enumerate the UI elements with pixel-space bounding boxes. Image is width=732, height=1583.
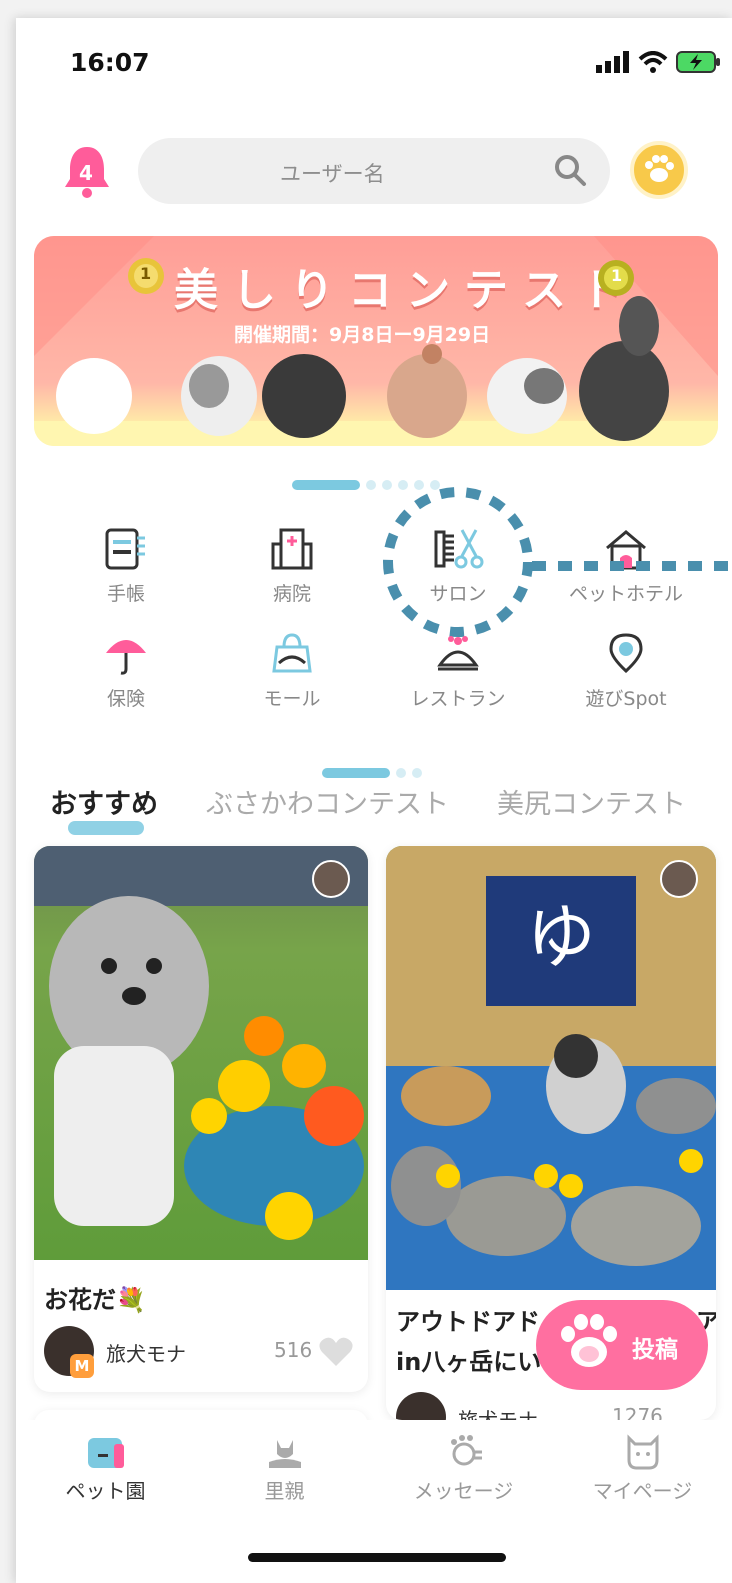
menu-hospital[interactable]: 病院: [222, 523, 362, 606]
menu-play-spot[interactable]: 遊びSpot: [556, 628, 696, 711]
paw-icon: [645, 155, 674, 182]
like-count: 516: [274, 1338, 313, 1362]
notification-count: 4: [79, 161, 93, 185]
location-icon: [609, 633, 643, 674]
tab-underline: [68, 821, 144, 835]
page-dot: [366, 480, 376, 490]
heart-icon[interactable]: [318, 1336, 354, 1368]
hospital-icon: [271, 528, 313, 570]
author-name[interactable]: 旅犬モナ: [458, 1404, 538, 1420]
signal-icon: [596, 51, 629, 73]
search-icon[interactable]: [552, 152, 588, 188]
menu-mall[interactable]: モール: [222, 628, 362, 711]
tab-busakawa-contest[interactable]: ぶさかわコンテスト: [206, 782, 449, 821]
message-icon: [450, 1435, 482, 1466]
like-count: 1276: [612, 1404, 663, 1420]
menu-label: 病院: [272, 583, 311, 605]
bottom-nav: ペット園 里親 メッセージ マイページ: [16, 1420, 732, 1540]
category-tabs: おすすめ ぶさかわコンテスト 美尻コンテスト: [50, 782, 686, 835]
medal-left-number: 1: [140, 264, 152, 283]
page-dot: [412, 768, 422, 778]
notification-bell-button[interactable]: 4: [62, 143, 112, 199]
nav-pet-park[interactable]: ペット園: [16, 1420, 195, 1540]
nav-messages[interactable]: メッセージ: [374, 1420, 553, 1540]
tab-recommended[interactable]: おすすめ: [50, 782, 158, 835]
author-badge: M: [70, 1354, 94, 1378]
status-time: 16:07: [70, 48, 150, 77]
page-dot-active: [322, 768, 390, 778]
post-button-label: 投稿: [632, 1337, 678, 1363]
author-avatar-small: [312, 860, 350, 898]
paw-button[interactable]: [630, 141, 688, 199]
menu-restaurant[interactable]: レストラン: [388, 628, 528, 711]
medal-right-number: 1: [611, 266, 623, 285]
menu-label: レストラン: [410, 688, 506, 710]
page-dot: [396, 768, 406, 778]
home-indicator: [248, 1553, 506, 1562]
cat-face-icon: [627, 1434, 658, 1470]
banner-title: 美しりコンテスト: [174, 265, 638, 316]
post-card[interactable]: お花だ💐 M 旅犬モナ 516: [34, 846, 368, 1392]
dog-outdoor-image: ゆ: [386, 846, 716, 1290]
menu-label: 手帳: [106, 583, 145, 605]
restaurant-icon: [437, 636, 479, 671]
author-avatar: [396, 1392, 446, 1420]
menu-label: モール: [263, 688, 321, 710]
menu-notebook[interactable]: 手帳: [56, 523, 196, 606]
nav-label: ペット園: [65, 1479, 146, 1503]
post-button[interactable]: 投稿: [536, 1300, 708, 1390]
umbrella-icon: [106, 640, 146, 675]
nav-label: マイページ: [592, 1479, 693, 1503]
shopping-bag-icon: [272, 633, 312, 673]
nav-my-page[interactable]: マイページ: [553, 1420, 732, 1540]
foster-icon: [268, 1440, 301, 1468]
contest-banner[interactable]: 1 美しりコンテスト 1 開催期間：9月8日ー9月29日: [34, 236, 718, 446]
menu-pagination: [322, 768, 422, 778]
dog-with-flowers-image: [34, 846, 368, 1240]
post-title: お花だ💐: [44, 1286, 146, 1314]
author-name[interactable]: 旅犬モナ: [106, 1338, 186, 1367]
status-icons: [596, 50, 722, 74]
page-dot-active: [292, 480, 360, 490]
tab-bishiri-contest[interactable]: 美尻コンテスト: [497, 782, 686, 821]
battery-icon: [676, 51, 720, 73]
phone-screen: 16:07 4 ユーザー名 1 美しりコンテスト 1 開催期間：9月8日ー9月2…: [16, 18, 732, 1583]
highlight-annotation: [383, 487, 732, 637]
search-input[interactable]: ユーザー名: [138, 138, 610, 204]
post-image: ゆ: [386, 846, 716, 1290]
menu-label: 保険: [106, 688, 145, 710]
nav-label: メッセージ: [413, 1479, 514, 1503]
wifi-icon: [638, 51, 668, 73]
notebook-icon: [105, 528, 145, 570]
svg-text:ゆ: ゆ: [526, 896, 596, 978]
nav-foster[interactable]: 里親: [195, 1420, 374, 1540]
post-image: [34, 846, 368, 1260]
nav-label: 里親: [264, 1479, 305, 1503]
post-title-line2: in八ヶ岳にい: [396, 1348, 542, 1376]
menu-label: 遊びSpot: [585, 688, 667, 710]
paw-icon: [561, 1314, 617, 1367]
search-placeholder: ユーザー名: [280, 162, 385, 186]
banner-period: 開催期間：9月8日ー9月29日: [234, 324, 491, 346]
menu-insurance[interactable]: 保険: [56, 628, 196, 711]
pet-park-icon: [87, 1438, 124, 1468]
author-avatar-small: [660, 860, 698, 898]
post-title-line1: アウトドアドア: [396, 1308, 716, 1336]
